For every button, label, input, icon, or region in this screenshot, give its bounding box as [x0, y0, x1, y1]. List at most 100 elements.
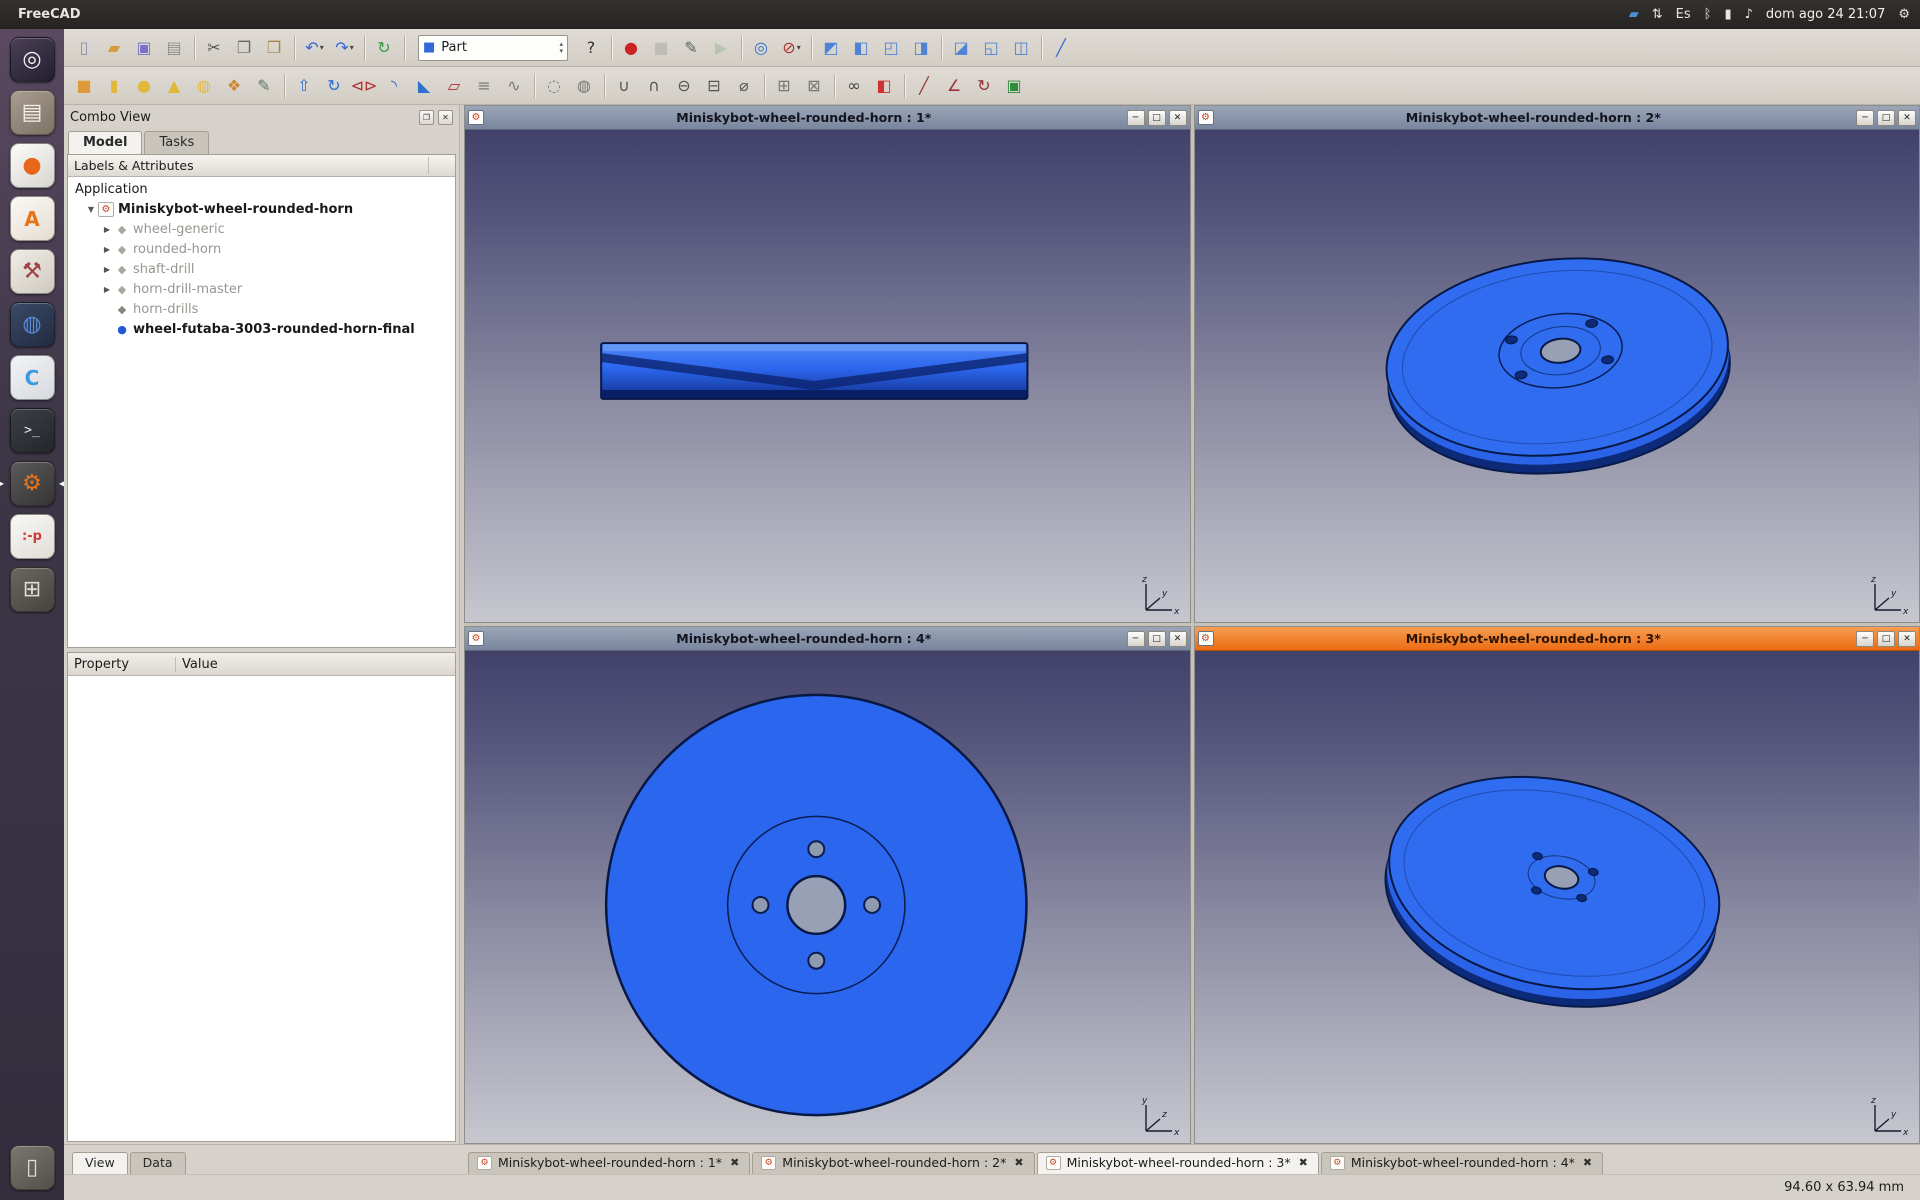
files-icon[interactable]: ▤: [0, 86, 64, 139]
extrude-icon[interactable]: ⇧: [290, 71, 319, 100]
blue-c-app-icon[interactable]: C: [0, 351, 64, 404]
draw-style-icon[interactable]: ⊘ ▾: [777, 33, 806, 62]
measure-linear-icon[interactable]: ╱: [910, 71, 939, 100]
tree-item[interactable]: ▶ ◆ shaft-drill: [68, 259, 455, 279]
combo-bottom-tab[interactable]: View: [72, 1152, 128, 1174]
tree-item[interactable]: ▶ ◆ wheel-generic: [68, 219, 455, 239]
minimize-button[interactable]: ─: [1127, 631, 1145, 647]
volume-icon[interactable]: ♪: [1745, 7, 1753, 22]
create-primitives-icon[interactable]: ❖: [220, 71, 249, 100]
trash-icon[interactable]: ▯: [0, 1141, 64, 1194]
front-view-icon[interactable]: ◧: [847, 33, 876, 62]
maximize-button[interactable]: □: [1877, 110, 1895, 126]
3d-viewport-axonometric[interactable]: z x y: [1195, 130, 1920, 622]
system-tools-icon[interactable]: ⚒: [0, 245, 64, 298]
cone-primitive-icon[interactable]: ▲: [160, 71, 189, 100]
toggle-measurement-icon[interactable]: ▣: [1000, 71, 1029, 100]
paste-icon[interactable]: ❒: [260, 33, 289, 62]
ruled-surface-icon[interactable]: ▱: [440, 71, 469, 100]
expander-icon[interactable]: ▶: [100, 225, 114, 234]
close-button[interactable]: ✕: [1169, 631, 1187, 647]
window-titlebar[interactable]: ⚙ Miniskybot-wheel-rounded-horn : 4* ─ □…: [465, 627, 1190, 651]
chamfer-icon[interactable]: ◣: [410, 71, 439, 100]
document-tab[interactable]: ⚙ Miniskybot-wheel-rounded-horn : 4* ✖: [1321, 1152, 1603, 1174]
undo-icon[interactable]: ↶ ▾: [300, 33, 329, 62]
close-tab-icon[interactable]: ✖: [1299, 1156, 1308, 1169]
maximize-button[interactable]: □: [1148, 631, 1166, 647]
shape-builder-icon[interactable]: ✎: [250, 71, 279, 100]
minimize-button[interactable]: ─: [1856, 110, 1874, 126]
workbench-selector[interactable]: ■ Part ▴ ▾: [418, 35, 568, 61]
measure-angular-icon[interactable]: ∠: [940, 71, 969, 100]
separator[interactable]: [830, 71, 839, 100]
macro-record-icon[interactable]: ●: [617, 33, 646, 62]
tree-item[interactable]: ● wheel-futaba-3003-rounded-horn-final: [68, 319, 455, 339]
separator[interactable]: [1037, 33, 1046, 62]
box-primitive-icon[interactable]: ■: [70, 71, 99, 100]
open-document-icon[interactable]: ▰: [100, 33, 129, 62]
close-panel-icon[interactable]: ✕: [438, 110, 453, 125]
property-editor[interactable]: [67, 676, 456, 1142]
separator[interactable]: [190, 33, 199, 62]
expander-icon[interactable]: ▼: [84, 205, 98, 214]
cross-sections-icon[interactable]: ⌀: [730, 71, 759, 100]
explode-compound-icon[interactable]: ⊠: [800, 71, 829, 100]
indicator-icon[interactable]: ▰: [1629, 7, 1639, 22]
window-titlebar[interactable]: ⚙ Miniskybot-wheel-rounded-horn : 2* ─ □…: [1195, 106, 1920, 130]
close-tab-icon[interactable]: ✖: [1583, 1156, 1592, 1169]
maximize-button[interactable]: □: [1877, 631, 1895, 647]
separator[interactable]: [607, 33, 616, 62]
maximize-button[interactable]: □: [1148, 110, 1166, 126]
separator[interactable]: [600, 71, 609, 100]
macro-stop-icon[interactable]: ■: [647, 33, 676, 62]
mirror-icon[interactable]: ⊲⊳: [350, 71, 379, 100]
boolean-cut-icon[interactable]: ⊖: [670, 71, 699, 100]
measure-refresh-icon[interactable]: ↻: [970, 71, 999, 100]
freecad-icon[interactable]: ▸ ⚙ ◂: [0, 457, 64, 510]
close-button[interactable]: ✕: [1898, 631, 1916, 647]
fit-all-icon[interactable]: ◎: [747, 33, 776, 62]
clock[interactable]: dom ago 24 21:07: [1766, 7, 1885, 22]
terminal-icon[interactable]: >_: [0, 404, 64, 457]
fillet-icon[interactable]: ◝: [380, 71, 409, 100]
close-tab-icon[interactable]: ✖: [730, 1156, 739, 1169]
tree-item[interactable]: ▶ ◆ rounded-horn: [68, 239, 455, 259]
bluetooth-icon[interactable]: ᛒ: [1704, 7, 1712, 22]
separator[interactable]: [280, 71, 289, 100]
color-per-face-icon[interactable]: ◧: [870, 71, 899, 100]
3d-viewport-top[interactable]: y x z: [465, 651, 1190, 1143]
left-view-icon[interactable]: ◫: [1007, 33, 1036, 62]
close-button[interactable]: ✕: [1169, 110, 1187, 126]
section-icon[interactable]: ⊟: [700, 71, 729, 100]
separator[interactable]: [290, 33, 299, 62]
rear-view-icon[interactable]: ◪: [947, 33, 976, 62]
right-view-icon[interactable]: ◨: [907, 33, 936, 62]
window-titlebar[interactable]: ⚙ Miniskybot-wheel-rounded-horn : 1* ─ □…: [465, 106, 1190, 130]
new-document-icon[interactable]: ▯: [70, 33, 99, 62]
check-geometry-icon[interactable]: ∞: [840, 71, 869, 100]
boolean-common-icon[interactable]: ∩: [640, 71, 669, 100]
minimize-button[interactable]: ─: [1127, 110, 1145, 126]
3d-viewport-axonometric-2[interactable]: z x y: [1195, 651, 1920, 1143]
software-center-icon[interactable]: A: [0, 192, 64, 245]
tree-item-application[interactable]: Application: [68, 179, 455, 199]
sync-arrows-icon[interactable]: ⇅: [1652, 7, 1663, 22]
top-view-icon[interactable]: ◰: [877, 33, 906, 62]
workspace-switcher-icon[interactable]: ⊞: [0, 563, 64, 616]
copy-icon[interactable]: ❐: [230, 33, 259, 62]
document-tab[interactable]: ⚙ Miniskybot-wheel-rounded-horn : 3* ✖: [1037, 1152, 1319, 1174]
separator[interactable]: [400, 33, 409, 62]
whats-this-icon[interactable]: ?: [577, 33, 606, 62]
spin-down-icon[interactable]: ▾: [559, 48, 563, 54]
sweep-icon[interactable]: ∿: [500, 71, 529, 100]
separator[interactable]: [737, 33, 746, 62]
separator[interactable]: [530, 71, 539, 100]
float-panel-icon[interactable]: ❐: [419, 110, 434, 125]
close-button[interactable]: ✕: [1898, 110, 1916, 126]
combo-tab[interactable]: Tasks: [144, 131, 209, 154]
ubuntu-one-icon[interactable]: ◍: [0, 298, 64, 351]
expander-icon[interactable]: ▶: [100, 245, 114, 254]
tree-item-document[interactable]: ▼ ⚙ Miniskybot-wheel-rounded-horn: [68, 199, 455, 219]
cylinder-primitive-icon[interactable]: ▮: [100, 71, 129, 100]
print-icon[interactable]: ▤: [160, 33, 189, 62]
